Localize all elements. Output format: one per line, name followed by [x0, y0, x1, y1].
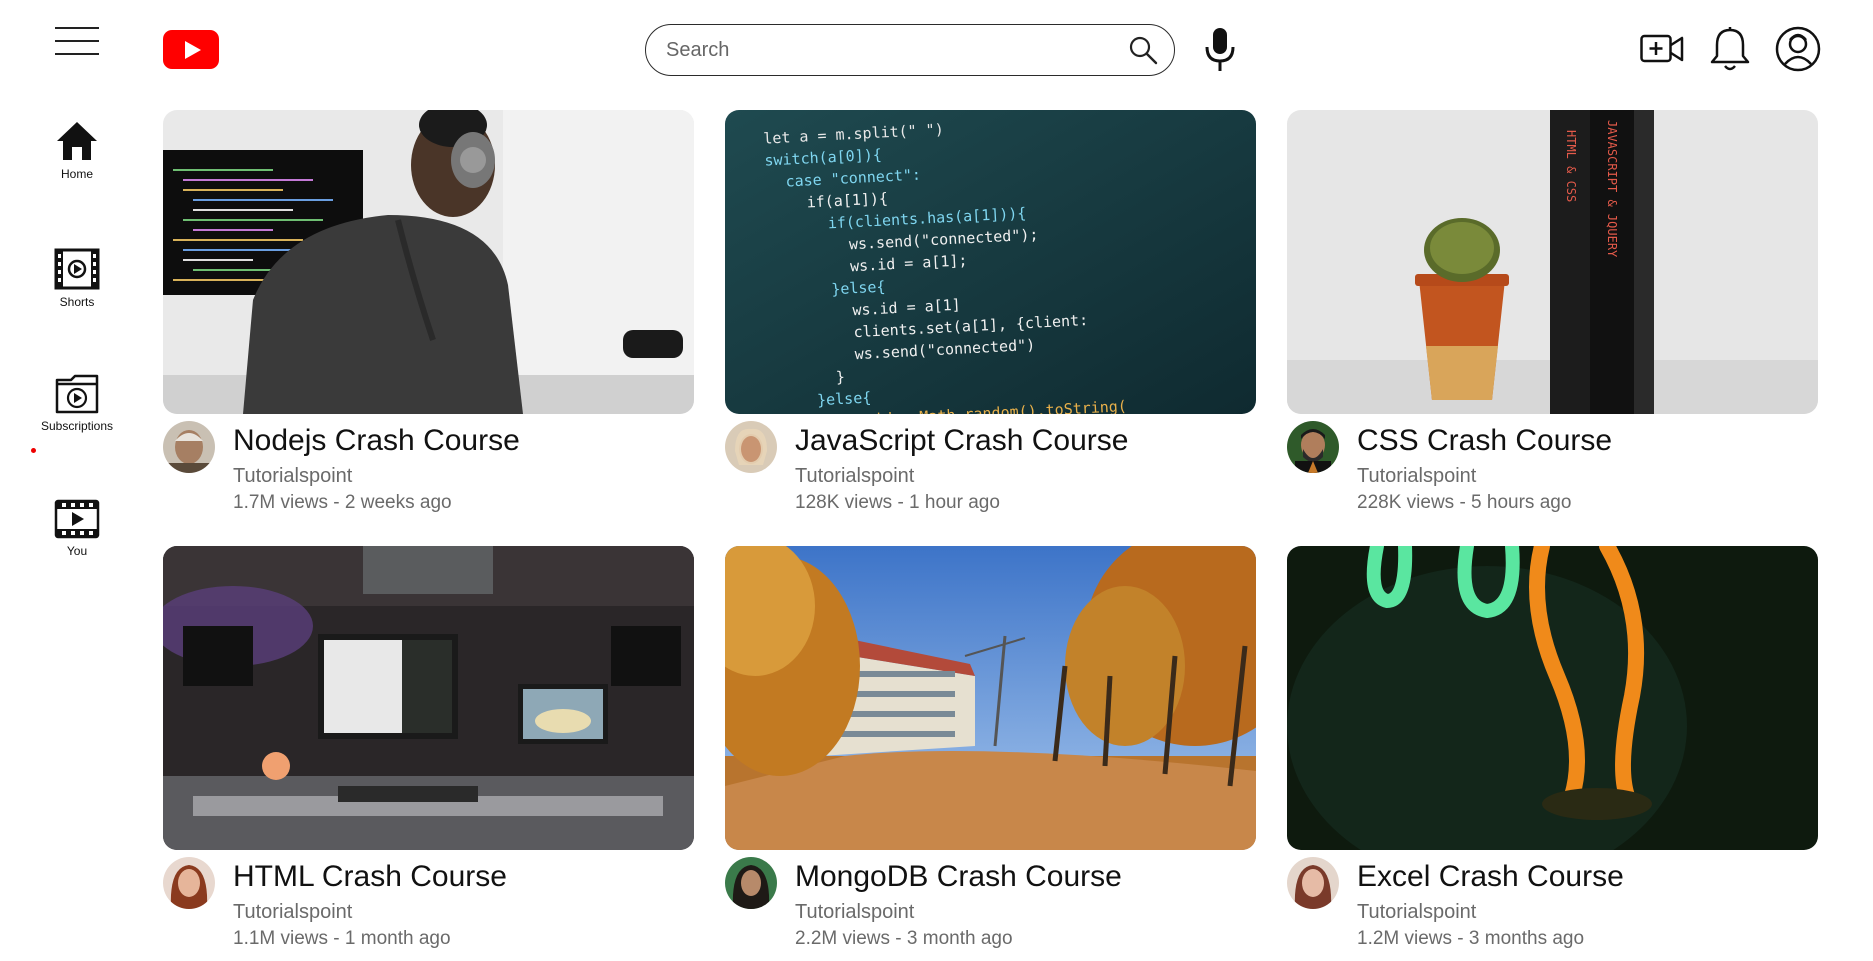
channel-name[interactable]: Tutorialspoint [1357, 899, 1624, 925]
video-stats: 228K views - 5 hours ago [1357, 492, 1572, 513]
code-line: } [835, 368, 845, 386]
sidebar-item-home[interactable]: Home [18, 120, 136, 183]
video-thumbnail[interactable] [1287, 546, 1818, 850]
channel-name[interactable]: Tutorialspoint [1357, 463, 1612, 489]
video-thumbnail[interactable] [163, 110, 694, 414]
search-bar [645, 24, 1175, 76]
channel-avatar[interactable] [163, 857, 215, 909]
sidebar-item-label: Subscriptions [40, 419, 114, 433]
video-grid: Nodejs Crash Course Tutorialspoint 1.7M … [163, 110, 1823, 961]
book-spine: HTML & CSS [1564, 130, 1578, 202]
sidebar-item-label: Home [60, 167, 93, 181]
account-avatar-icon[interactable] [1775, 25, 1821, 73]
video-title[interactable]: JavaScript Crash Course [795, 423, 1128, 459]
channel-name[interactable]: Tutorialspoint [233, 463, 520, 489]
subscriptions-icon [55, 374, 99, 414]
video-thumbnail[interactable] [725, 546, 1256, 850]
search-icon[interactable] [1126, 33, 1160, 67]
search-input[interactable] [666, 38, 1126, 62]
sidebar-item-label: You [66, 544, 88, 558]
sidebar-item-you[interactable]: You [18, 499, 136, 560]
notification-dot [31, 448, 36, 453]
video-thumbnail[interactable]: let a = m.split(" ") switch(a[0]){ case … [725, 110, 1256, 414]
channel-name[interactable]: Tutorialspoint [233, 899, 507, 925]
you-icon [54, 499, 100, 539]
video-card[interactable]: HTML & CSS JAVASCRIPT & JQUERY CSS Crash… [1287, 110, 1818, 546]
video-card[interactable]: let a = m.split(" ") switch(a[0]){ case … [725, 110, 1256, 546]
video-stats: 1.7M views - 2 weeks ago [233, 492, 452, 513]
channel-avatar[interactable] [725, 421, 777, 473]
code-line: }else{ [831, 278, 886, 299]
sidebar-item-shorts[interactable]: Shorts [18, 248, 136, 311]
channel-avatar[interactable] [1287, 857, 1339, 909]
home-icon [57, 122, 97, 160]
channel-avatar[interactable] [1287, 421, 1339, 473]
sidebar-item-subscriptions[interactable]: Subscriptions [18, 374, 136, 435]
video-card[interactable]: Nodejs Crash Course Tutorialspoint 1.7M … [163, 110, 694, 546]
video-stats: 1.1M views - 1 month ago [233, 928, 451, 949]
channel-name[interactable]: Tutorialspoint [795, 463, 1128, 489]
video-thumbnail[interactable]: HTML & CSS JAVASCRIPT & JQUERY [1287, 110, 1818, 414]
video-card[interactable]: MongoDB Crash Course Tutorialspoint 2.2M… [725, 546, 1256, 961]
video-title[interactable]: HTML Crash Course [233, 859, 507, 895]
microphone-icon[interactable] [1200, 26, 1240, 74]
code-line: }else{ [817, 388, 872, 409]
shorts-icon [54, 248, 100, 290]
video-title[interactable]: Nodejs Crash Course [233, 423, 520, 459]
video-stats: 2.2M views - 3 month ago [795, 928, 1013, 949]
book-spine: JAVASCRIPT & JQUERY [1605, 120, 1619, 258]
video-title[interactable]: CSS Crash Course [1357, 423, 1612, 459]
sidebar-item-label: Shorts [59, 295, 95, 309]
channel-name[interactable]: Tutorialspoint [795, 899, 1122, 925]
video-title[interactable]: Excel Crash Course [1357, 859, 1624, 895]
menu-icon[interactable] [55, 27, 99, 59]
video-thumbnail[interactable] [163, 546, 694, 850]
channel-avatar[interactable] [725, 857, 777, 909]
video-stats: 1.2M views - 3 months ago [1357, 928, 1585, 949]
channel-avatar[interactable] [163, 421, 215, 473]
video-stats: 128K views - 1 hour ago [795, 492, 1000, 513]
video-card[interactable]: HTML Crash Course Tutorialspoint 1.1M vi… [163, 546, 694, 961]
create-video-icon[interactable] [1639, 25, 1685, 73]
youtube-logo[interactable] [163, 30, 219, 69]
video-card[interactable]: Excel Crash Course Tutorialspoint 1.2M v… [1287, 546, 1818, 961]
video-title[interactable]: MongoDB Crash Course [795, 859, 1122, 895]
notifications-bell-icon[interactable] [1707, 25, 1753, 73]
